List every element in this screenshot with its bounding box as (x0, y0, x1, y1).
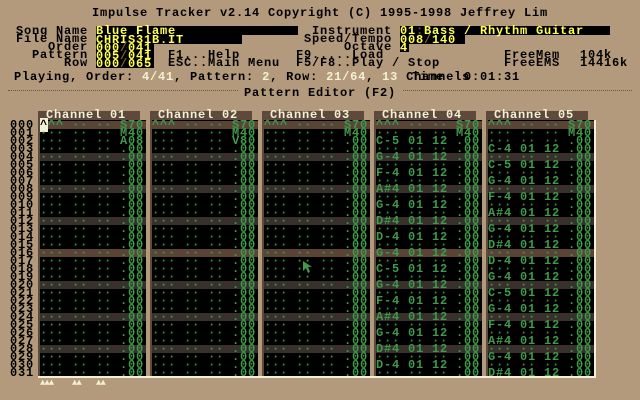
grid-border-right (594, 120, 596, 378)
channel-column[interactable]: ^^^ ·· ·· S70 ··· ·· ·· M40 ··· ·· ·· .00 C… (486, 119, 594, 379)
mouse-pointer-icon (303, 261, 312, 273)
pattern-editor-title: Pattern Editor (F2) (0, 86, 640, 100)
playing-row-label: , Row: (270, 70, 327, 84)
row-value: 000 (96, 57, 121, 71)
pattern-editor-title-text: Pattern Editor (F2) (237, 86, 403, 100)
playing-pattern-label: , Pattern: (174, 70, 263, 84)
playing-order: 4/41 (142, 70, 175, 84)
channel-column[interactable]: ^^^ ·· ·· S70 ··· ·· ·· M40 ··· ·· ·· V80 ·… (150, 119, 258, 379)
row-field[interactable]: 000/065 (96, 57, 154, 71)
playing-pattern: 2 (262, 70, 271, 84)
octave-label: Octave (343, 40, 392, 54)
help-f5-f8: F5/F8..Play / Stop (296, 56, 441, 70)
help-esc: ESC..Main Menu (168, 56, 281, 70)
time-value: 0:01:31 (464, 70, 521, 84)
separator: , (366, 70, 383, 84)
row-label: Row (63, 56, 88, 70)
playing-row: 21/64 (326, 70, 367, 84)
playing-channels: 13 (382, 70, 399, 84)
time-label: Time (412, 70, 445, 84)
octave-field[interactable]: 4 (400, 42, 409, 54)
grid-border-bottom (38, 376, 596, 378)
freeems-value: 14416k (580, 56, 629, 70)
speed-tempo-field[interactable]: 008/140 (400, 33, 465, 47)
row-total: 065 (128, 57, 153, 71)
playing-status: Playing, Order: 4/41, Pattern: 2, Row: 2… (14, 70, 470, 84)
freeems-label: FreeEMS (504, 56, 561, 70)
playing-order-label: Playing, Order: (14, 70, 143, 84)
channel-scroll-indicator: ▲▲ (72, 378, 82, 388)
channel-scroll-indicator: ▲▲ (96, 378, 106, 388)
tempo-value: 140 (432, 33, 457, 47)
channel-column[interactable]: ^^^ ·· ·· S70 ··· ·· ·· M40 ··· ·· ·· .00 ·… (262, 119, 370, 379)
channel-column[interactable]: ^^^ ·· ·· S70 ··· ·· ·· M40 ··· ·· ·· A08 ·… (38, 118, 146, 379)
impulse-tracker-screen: Impulse Tracker v2.14 Copyright (C) 1995… (0, 0, 640, 400)
channel-column[interactable]: ^^^ ·· ·· S70 ··· ·· ·· M40 C-5 01 12 .00 ·… (374, 119, 482, 379)
app-title: Impulse Tracker v2.14 Copyright (C) 1995… (91, 6, 549, 20)
channel-scroll-indicator: ▲▲▲ (40, 378, 54, 388)
row-number: 031 (9, 366, 34, 380)
